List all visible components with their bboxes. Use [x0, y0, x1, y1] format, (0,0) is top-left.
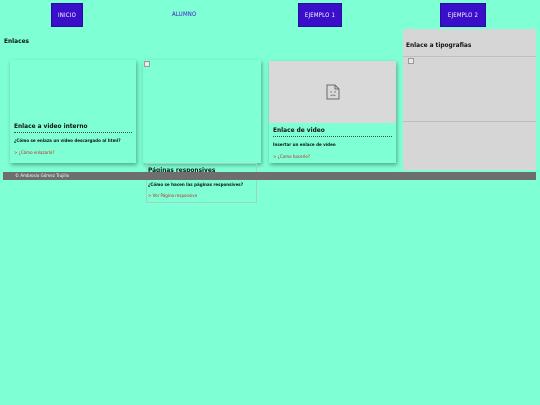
card-media-area: [269, 61, 396, 123]
nav-ejemplo1-button[interactable]: EJEMPLO 1: [298, 3, 342, 27]
section-title: Enlaces: [4, 37, 30, 45]
broken-image-icon: [408, 58, 414, 64]
card-video-interno: Enlace a video interno ¿Cómo se enlaza u…: [10, 60, 136, 163]
card-paginas-responsivas: [143, 60, 261, 163]
card-link[interactable]: > Ver Página responsive: [148, 194, 256, 199]
nav-inicio-button[interactable]: INICIO: [51, 3, 83, 27]
card-link[interactable]: > ¿Como hacerlo?: [273, 155, 392, 160]
card-description: ¿Cómo se enlaza un vídeo descargado al h…: [14, 139, 121, 144]
card-enlace-video: Enlace de video Insertar un enlace de ví…: [269, 61, 396, 163]
footer-text: © Ambrosio Gómez Trujillo: [15, 173, 70, 179]
panel-tipografias: Enlace a tipografias: [403, 29, 536, 170]
card-description: Insertar un enlace de vídeo: [273, 143, 336, 148]
card-link[interactable]: > ¿Cómo enlazarlo?: [14, 151, 132, 156]
card-title: Enlace a video interno: [14, 122, 132, 133]
card-description: ¿Cómo se hacen las páginas responsives?: [148, 183, 244, 188]
card-title: Enlace de video: [273, 126, 392, 137]
footer: © Ambrosio Gómez Trujillo: [3, 172, 536, 180]
broken-image-icon: [144, 61, 150, 67]
panel-divider: [403, 56, 536, 57]
panel-title: Enlace a tipografias: [406, 41, 472, 49]
document-placeholder-icon: [326, 84, 339, 100]
card-media-area: [10, 60, 136, 122]
nav-ejemplo2-button[interactable]: EJEMPLO 2: [440, 3, 486, 27]
card-paginas-responsivas-text: Páginas responsives ¿Cómo se hacen las p…: [146, 163, 257, 203]
panel-divider: [403, 121, 536, 122]
nav-alumno-link[interactable]: ALUMNO: [172, 11, 197, 18]
